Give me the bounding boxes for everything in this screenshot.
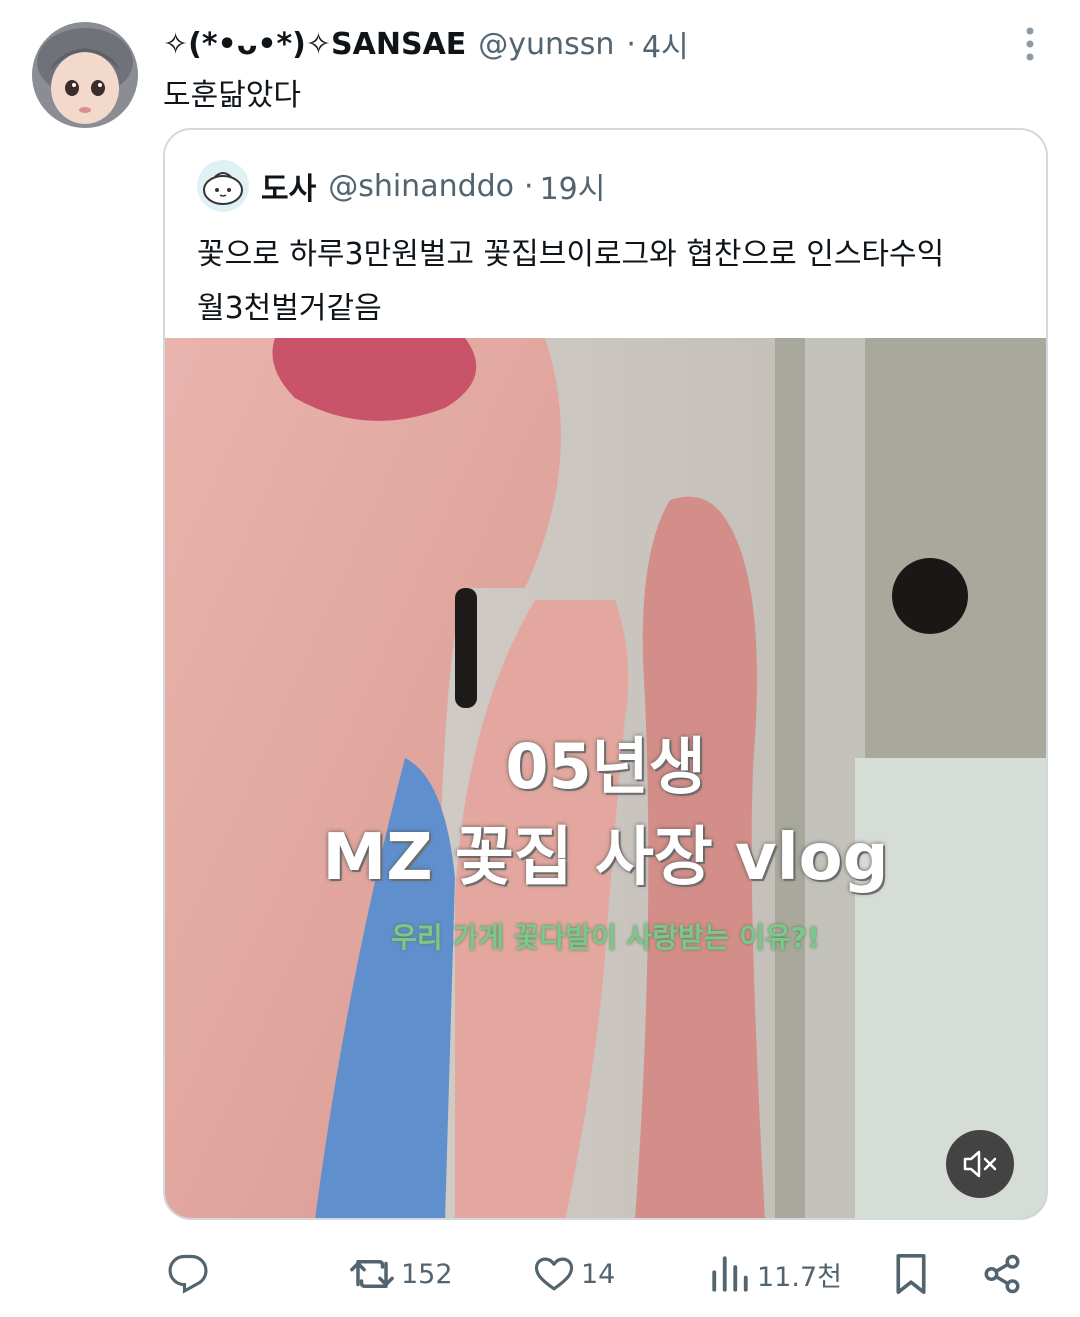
bookmark-icon	[896, 1254, 926, 1294]
speaker-muted-icon	[963, 1150, 997, 1178]
quoted-video[interactable]: 05년생 MZ 꽃집 사장 vlog 우리 가게 꽃다발이 사랑받는 이유?!	[165, 338, 1046, 1218]
quoted-tweet[interactable]: 도사 @shinanddo · 19시 꽃으로 하루3만원벌고 꽃집브이로그와 …	[163, 128, 1048, 1220]
share-button[interactable]	[981, 1246, 1023, 1302]
quoted-separator-dot: ·	[524, 168, 534, 204]
author-handle[interactable]: @yunssn	[478, 27, 614, 62]
quoted-text: 꽃으로 하루3만원벌고 꽃집브이로그와 협찬으로 인스타수익 월3천벌거같음	[197, 228, 1027, 336]
like-button[interactable]: 14	[533, 1246, 615, 1302]
views-icon	[712, 1256, 748, 1292]
author-avatar[interactable]	[32, 22, 138, 128]
views-button[interactable]: 11.7천	[709, 1246, 842, 1302]
bookmark-button[interactable]	[891, 1246, 931, 1302]
like-count: 14	[581, 1258, 616, 1290]
quoted-display-name[interactable]: 도사	[261, 164, 316, 208]
video-overlay-caption: 우리 가게 꽃다발이 사랑받는 이유?!	[391, 921, 820, 954]
quoted-handle[interactable]: @shinanddo	[328, 169, 514, 204]
retweet-button[interactable]: 152	[349, 1246, 453, 1302]
reply-icon	[168, 1254, 208, 1294]
quoted-time[interactable]: 19시	[540, 164, 606, 208]
views-count: 11.7천	[757, 1261, 842, 1293]
video-overlay-subtitle: MZ 꽃집 사장 vlog	[322, 821, 889, 895]
heart-icon	[534, 1257, 574, 1291]
tweet-header: ✧(*•ᴗ•*)✧SANSAE @yunssn · 4시	[163, 22, 1050, 66]
reply-button[interactable]	[167, 1246, 209, 1302]
video-overlay-title: 05년생	[505, 730, 706, 803]
tweet-time[interactable]: 4시	[642, 22, 689, 66]
unmute-button[interactable]	[946, 1130, 1014, 1198]
quoted-text-line: 월3천벌거같음	[197, 291, 382, 326]
tweet-text: 도훈닮았다	[163, 78, 301, 113]
retweet-icon	[350, 1260, 394, 1288]
separator-dot: ·	[626, 26, 636, 62]
quoted-tweet-header: 도사 @shinanddo · 19시	[197, 160, 605, 212]
more-options-button[interactable]	[1010, 24, 1050, 64]
retweet-count: 152	[401, 1258, 453, 1290]
quoted-text-line: 꽃으로 하루3만원벌고 꽃집브이로그와 협찬으로 인스타수익	[197, 237, 945, 272]
action-bar: 152 14 11.7천	[163, 1246, 1033, 1302]
quoted-author-avatar[interactable]	[197, 160, 249, 212]
share-icon	[984, 1254, 1020, 1294]
more-vertical-icon	[1026, 27, 1034, 61]
author-display-name[interactable]: ✧(*•ᴗ•*)✧SANSAE	[163, 27, 466, 62]
